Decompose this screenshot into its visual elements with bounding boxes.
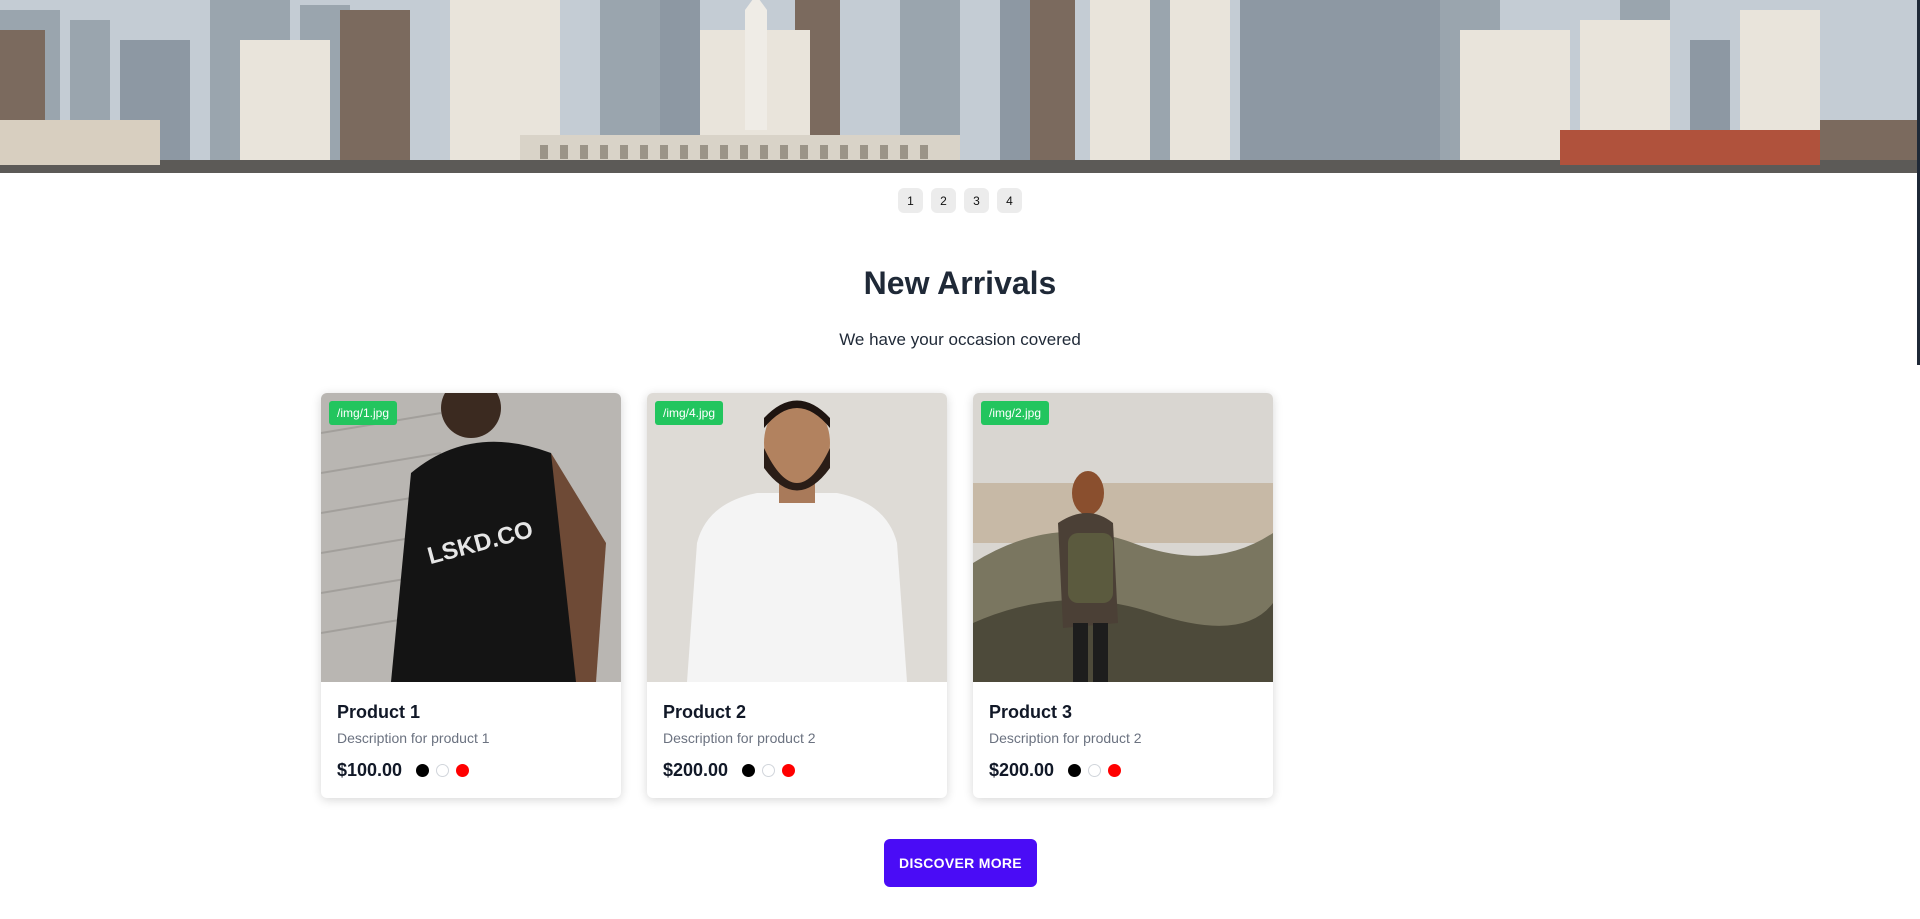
image-path-badge: /img/2.jpg	[981, 401, 1050, 425]
color-swatch-white[interactable]	[762, 764, 776, 777]
section-subtitle: We have your occasion covered	[839, 330, 1081, 349]
product-price: $200.00	[989, 760, 1055, 780]
product-image[interactable]: /img/2.jpg	[973, 393, 1273, 682]
product-grid: LSKD.CO /img/1.jpg Product 1 Description…	[321, 393, 1273, 798]
color-swatch-black[interactable]	[1068, 764, 1082, 777]
slider-page-1-button[interactable]: 1	[898, 188, 923, 213]
product-description: Description for product 2	[663, 730, 816, 746]
color-swatch-black[interactable]	[742, 764, 756, 777]
color-swatch-red[interactable]	[456, 764, 470, 777]
product-image[interactable]: /img/4.jpg	[647, 393, 947, 682]
product-name[interactable]: Product 1	[337, 702, 605, 723]
color-swatch-red[interactable]	[782, 764, 796, 777]
color-swatch-white[interactable]	[436, 764, 450, 777]
slider-page-3-button[interactable]: 3	[964, 188, 989, 213]
product-price: $200.00	[663, 760, 729, 780]
discover-more-button[interactable]: DISCOVER MORE	[884, 839, 1037, 887]
product-image[interactable]: LSKD.CO /img/1.jpg	[321, 393, 621, 682]
product-card[interactable]: /img/2.jpg Product 3 Description for pro…	[973, 393, 1273, 798]
image-path-badge: /img/4.jpg	[655, 401, 724, 425]
product-description: Description for product 2	[989, 730, 1142, 746]
product-card[interactable]: LSKD.CO /img/1.jpg Product 1 Description…	[321, 393, 621, 798]
product-description: Description for product 1	[337, 730, 490, 746]
color-swatch-red[interactable]	[1108, 764, 1122, 777]
section-title: New Arrivals	[863, 265, 1057, 301]
slider-page-4-button[interactable]: 4	[997, 188, 1022, 213]
product-card[interactable]: /img/4.jpg Product 2 Description for pro…	[647, 393, 947, 798]
image-path-badge: /img/1.jpg	[329, 401, 398, 425]
product-name[interactable]: Product 3	[989, 702, 1257, 723]
slider-page-2-button[interactable]: 2	[931, 188, 956, 213]
hero-banner-image	[0, 0, 1920, 173]
color-swatch-black[interactable]	[416, 764, 430, 777]
product-name[interactable]: Product 2	[663, 702, 931, 723]
color-swatch-white[interactable]	[1088, 764, 1102, 777]
product-price: $100.00	[337, 760, 403, 780]
slider-pagination: 1 2 3 4	[0, 188, 1920, 213]
